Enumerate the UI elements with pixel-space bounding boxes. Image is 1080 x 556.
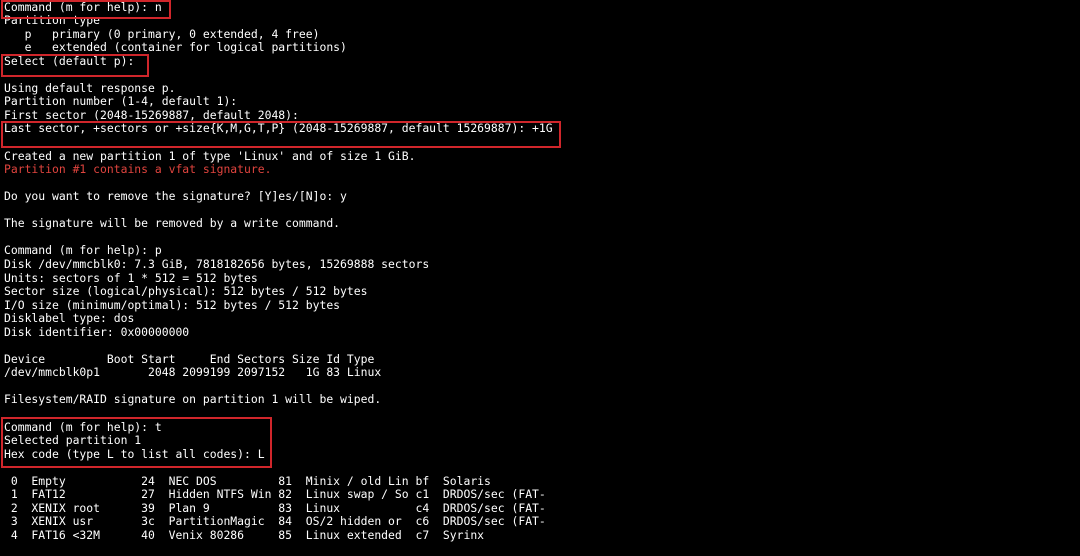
terminal-line-hex-codes-row: 2 XENIX root 39 Plan 9 83 Linux c4 DRDOS… bbox=[4, 500, 546, 515]
terminal-line-hex-codes-row: 3 XENIX usr 3c PartitionMagic 84 OS/2 hi… bbox=[4, 514, 546, 529]
terminal-line-partition-table-header: Device Boot Start End Sectors Size Id Ty… bbox=[4, 351, 375, 366]
terminal-line-created-partition: Created a new partition 1 of type 'Linux… bbox=[4, 148, 416, 163]
terminal-line-partition-type: Partition type bbox=[4, 13, 101, 28]
terminal-line-default-response: Using default response p. bbox=[4, 80, 176, 95]
terminal-line-command-p: Command (m for help): p bbox=[4, 243, 162, 258]
terminal-line-hex-codes-row: 0 Empty 24 NEC DOS 81 Minix / old Lin bf… bbox=[4, 473, 491, 488]
terminal-line-selected-partition: Selected partition 1 bbox=[4, 433, 142, 448]
terminal-line-extended-option: e extended (container for logical partit… bbox=[4, 40, 347, 55]
terminal-line-units: Units: sectors of 1 * 512 = 512 bytes bbox=[4, 270, 258, 285]
terminal-window[interactable]: Command (m for help): n Partition type p… bbox=[0, 0, 1080, 556]
terminal-line-partition-number: Partition number (1-4, default 1): bbox=[4, 94, 238, 109]
terminal-line-disk-identifier: Disk identifier: 0x00000000 bbox=[4, 324, 190, 339]
terminal-line-command-t: Command (m for help): t bbox=[4, 419, 162, 434]
terminal-line-signature-removed: The signature will be removed by a write… bbox=[4, 216, 341, 231]
terminal-line-disklabel-type: Disklabel type: dos bbox=[4, 311, 135, 326]
terminal-line-io-size: I/O size (minimum/optimal): 512 bytes / … bbox=[4, 297, 341, 312]
terminal-line-sector-size: Sector size (logical/physical): 512 byte… bbox=[4, 284, 368, 299]
terminal-line-first-sector: First sector (2048-15269887, default 204… bbox=[4, 107, 299, 122]
terminal-line-last-sector: Last sector, +sectors or +size{K,M,G,T,P… bbox=[4, 121, 553, 136]
terminal-line-vfat-warning: Partition #1 contains a vfat signature. bbox=[4, 162, 272, 177]
terminal-line-hex-code: Hex code (type L to list all codes): L bbox=[4, 446, 265, 461]
terminal-line-primary-option: p primary (0 primary, 0 extended, 4 free… bbox=[4, 26, 320, 41]
terminal-line-disk-info: Disk /dev/mmcblk0: 7.3 GiB, 7818182656 b… bbox=[4, 256, 430, 271]
terminal-line-command-n: Command (m for help): n bbox=[4, 0, 162, 14]
terminal-line-hex-codes-row: 4 FAT16 <32M 40 Venix 80286 85 Linux ext… bbox=[4, 527, 485, 542]
terminal-line-select-default: Select (default p): bbox=[4, 53, 135, 68]
terminal-line-partition-table-row: /dev/mmcblk0p1 2048 2099199 2097152 1G 8… bbox=[4, 365, 382, 380]
terminal-line-raid-signature: Filesystem/RAID signature on partition 1… bbox=[4, 392, 382, 407]
terminal-line-remove-signature: Do you want to remove the signature? [Y]… bbox=[4, 189, 347, 204]
terminal-line-hex-codes-row: 1 FAT12 27 Hidden NTFS Win 82 Linux swap… bbox=[4, 487, 546, 502]
